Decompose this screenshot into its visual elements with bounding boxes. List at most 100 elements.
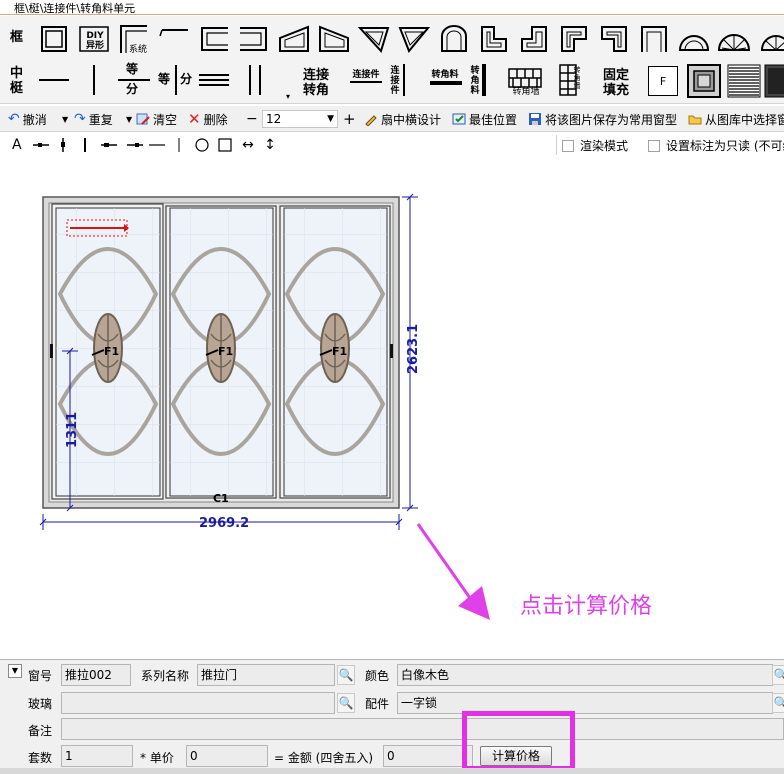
- clear-icon: [136, 113, 150, 125]
- frame-left-c-tool[interactable]: [196, 21, 232, 57]
- frame-round-tool[interactable]: [756, 21, 784, 57]
- frame-slant-right-tool[interactable]: [396, 21, 432, 57]
- undo-button[interactable]: ↶ 撤消: [8, 110, 47, 128]
- color-field[interactable]: 白像木色: [397, 664, 773, 686]
- double-vertical-tool[interactable]: [238, 62, 274, 98]
- text-tool[interactable]: A: [12, 137, 22, 153]
- increase-size-button[interactable]: +: [343, 110, 356, 128]
- trapezoid-left-icon: [279, 25, 309, 52]
- frame-fan-tool[interactable]: [716, 21, 752, 57]
- chevron-down-icon: ▼: [11, 666, 19, 675]
- undo-icon: ↶: [8, 111, 20, 127]
- equal-divide-left-label: 等: [158, 72, 171, 86]
- chevron-down-icon: ▼: [327, 114, 334, 124]
- double-horizontal-tool[interactable]: [196, 62, 232, 98]
- line-tool[interactable]: [148, 137, 166, 153]
- undo-dropdown[interactable]: ▼: [62, 110, 68, 128]
- rectangle-tool[interactable]: [218, 137, 232, 153]
- fill-louver-tool[interactable]: [726, 64, 762, 98]
- hardware-lookup-button[interactable]: 🔍: [772, 693, 784, 713]
- collapse-form-button[interactable]: ▼: [8, 664, 22, 678]
- redo-dropdown[interactable]: ▼: [126, 110, 132, 128]
- chevron-down-icon: ▼: [126, 114, 133, 124]
- corner-material-vertical-tool[interactable]: 转 角 料: [466, 62, 490, 98]
- sash-design-button[interactable]: 扇中横设计: [364, 110, 441, 128]
- connect-corner-tool[interactable]: 连接 转角: [298, 68, 334, 98]
- glass-field[interactable]: [61, 692, 335, 714]
- readonly-checkbox[interactable]: 设置标注为只读 (不可编: [648, 137, 784, 154]
- fan-frame-icon: [717, 34, 751, 51]
- mullion-vertical-tool[interactable]: [76, 62, 112, 98]
- frame-half-round-tool[interactable]: [676, 21, 712, 57]
- frame-arch-tool[interactable]: [436, 21, 472, 57]
- sash-label-3: F1: [332, 345, 347, 358]
- fixed-fill-tool[interactable]: 固定 填充: [598, 68, 634, 98]
- arrow-left-tool[interactable]: [32, 137, 50, 153]
- connector-horizontal-tool[interactable]: 连接件: [344, 62, 386, 98]
- fill-glass-tool[interactable]: [686, 64, 722, 98]
- equal-divide-horizontal-tool[interactable]: 等 分: [156, 62, 196, 98]
- color-lookup-button[interactable]: 🔍: [772, 665, 784, 685]
- mullion-row-label: 中 梃: [10, 66, 24, 96]
- arrow-down-tool[interactable]: [58, 137, 68, 153]
- series-lookup-button[interactable]: 🔍: [337, 665, 355, 685]
- window-no-field[interactable]: 推拉002: [61, 664, 131, 686]
- corner-wall-label: 转角墙: [512, 87, 540, 97]
- glass-lookup-button[interactable]: 🔍: [337, 693, 355, 713]
- connector-vertical-tool[interactable]: 连 接 件: [386, 62, 410, 98]
- best-position-button[interactable]: 最佳位置: [452, 110, 517, 128]
- decrease-size-button[interactable]: −: [246, 110, 258, 128]
- palette-expand-icon[interactable]: ▾: [286, 92, 290, 101]
- drawing-canvas[interactable]: F1 F1 F1 C1 2969.2 2623.1 1311: [0, 158, 784, 658]
- mullion-horizontal-tool[interactable]: [36, 62, 72, 98]
- unit-price-field[interactable]: 0: [186, 745, 268, 767]
- corner-wall-tool[interactable]: 转角墙: [504, 62, 546, 98]
- width-dimension: 2969.2: [199, 516, 249, 531]
- chevron-down-icon: ▼: [62, 114, 69, 124]
- frame-slant-tool[interactable]: [356, 21, 392, 57]
- vertical-dimension-tool[interactable]: ↕: [264, 137, 276, 153]
- arch-frame-icon: [441, 25, 467, 52]
- font-size-select[interactable]: 12 ▼: [262, 110, 338, 128]
- fill-dark-tool[interactable]: [764, 64, 784, 98]
- frame-system-tool[interactable]: 系统: [116, 21, 152, 57]
- trapezoid-right-icon: [319, 25, 349, 52]
- save-window-button[interactable]: 将该图片保存为常用窗型: [528, 110, 677, 128]
- checkbox-box[interactable]: [562, 139, 574, 152]
- hardware-field[interactable]: 一字锁: [397, 692, 773, 714]
- search-icon: 🔍: [773, 696, 784, 710]
- redo-button[interactable]: ↷ 重复: [74, 110, 113, 128]
- circle-tool[interactable]: [194, 137, 210, 153]
- amount-field[interactable]: 0: [383, 745, 473, 767]
- frame-trapezoid-right-tool[interactable]: [316, 21, 352, 57]
- frame-notch-tool[interactable]: [476, 21, 512, 57]
- series-field[interactable]: 推拉门: [197, 664, 335, 686]
- louver-fill-icon: [727, 64, 761, 98]
- frame-reverse-l-tool[interactable]: [596, 21, 632, 57]
- fill-f-tool[interactable]: F: [646, 64, 680, 98]
- frame-right-c-tool[interactable]: [236, 21, 272, 57]
- frame-l-shape-tool[interactable]: [556, 21, 592, 57]
- render-mode-checkbox[interactable]: 渲染模式: [562, 137, 628, 154]
- corner-material-label: 转角料: [431, 70, 459, 80]
- vertical-line-tool[interactable]: [80, 137, 90, 153]
- frame-diy-tool[interactable]: DIY 异形: [76, 21, 112, 57]
- horizontal-arrow-tool[interactable]: [126, 137, 144, 153]
- sets-field[interactable]: 1: [61, 745, 133, 767]
- horizontal-dimension-tool[interactable]: ↔: [240, 137, 256, 153]
- frame-step-tool[interactable]: [516, 21, 552, 57]
- from-library-button[interactable]: 从图库中选择窗: [688, 110, 784, 128]
- checkbox-box[interactable]: [648, 139, 660, 152]
- frame-open-bottom-tool[interactable]: [636, 21, 672, 57]
- delete-button[interactable]: ✕ 删除: [188, 110, 228, 128]
- clear-button[interactable]: 清空: [136, 110, 177, 128]
- frame-top-edge-tool[interactable]: [156, 21, 192, 57]
- corner-wall-vertical-tool[interactable]: 转 角 墙: [550, 62, 586, 98]
- separator-line-tool[interactable]: [175, 137, 183, 153]
- frame-rect-tool[interactable]: [36, 21, 72, 57]
- corner-material-tool[interactable]: 转角料: [424, 62, 466, 98]
- equal-divide-vertical-tool[interactable]: 等 分: [114, 62, 154, 98]
- remark-field[interactable]: [61, 718, 784, 740]
- horizontal-marker-tool[interactable]: [100, 137, 118, 153]
- frame-trapezoid-left-tool[interactable]: [276, 21, 312, 57]
